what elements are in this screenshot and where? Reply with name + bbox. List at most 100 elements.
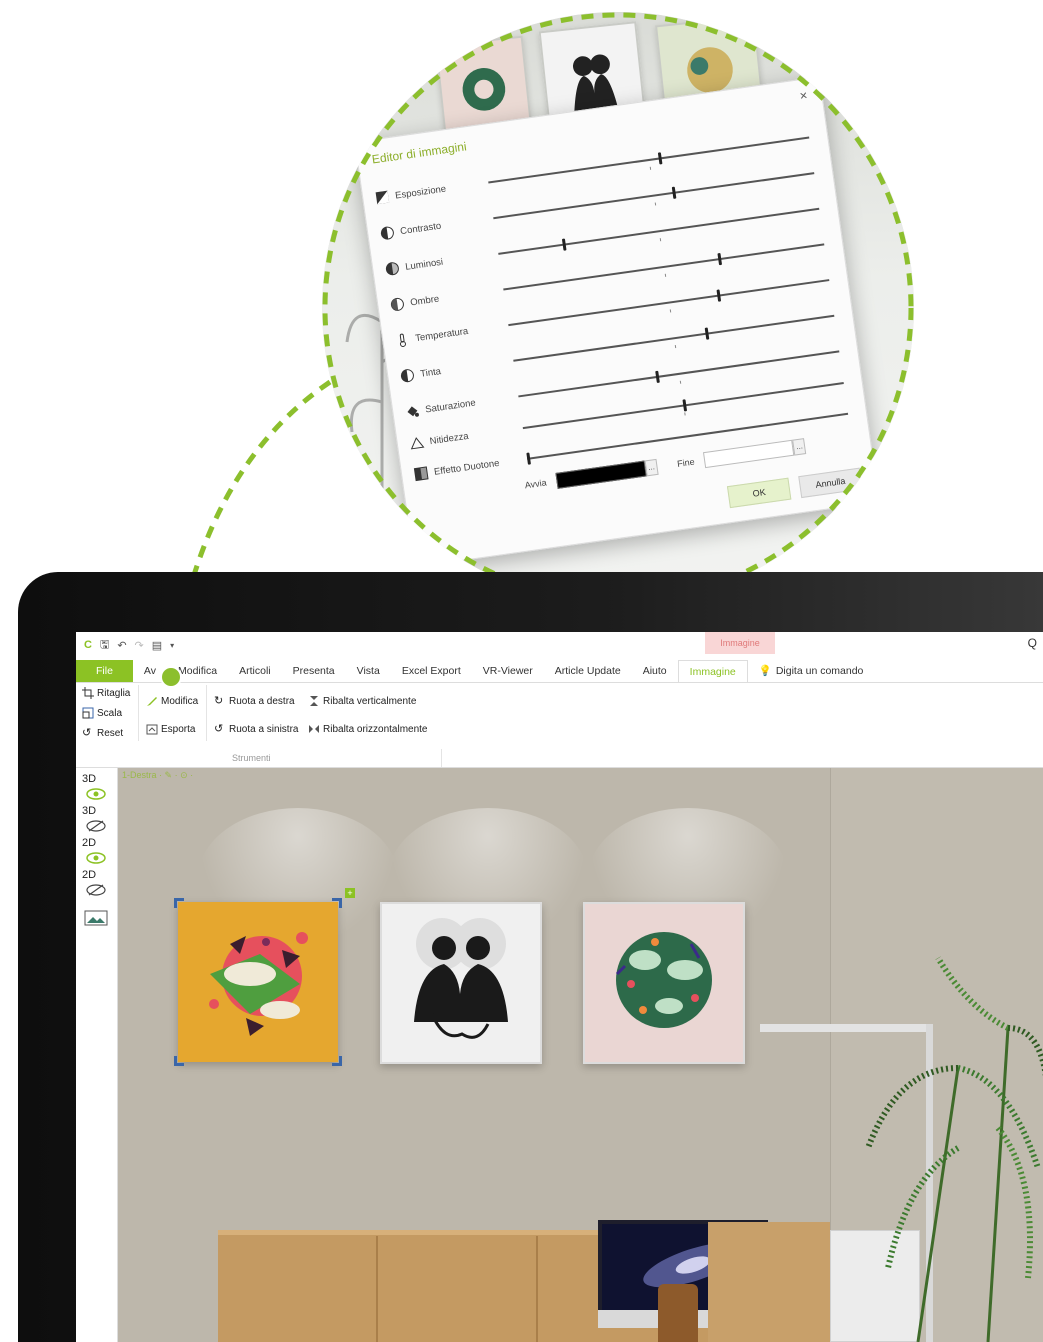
- scale-button[interactable]: Scala: [82, 707, 122, 719]
- tab-articoli[interactable]: Articoli: [228, 660, 282, 682]
- duotone-icon: [413, 466, 429, 482]
- chair[interactable]: [658, 1284, 698, 1342]
- tab-article-update[interactable]: Article Update: [544, 660, 632, 682]
- command-search[interactable]: 💡 Digita un comando: [748, 660, 875, 682]
- reset-icon[interactable]: ↻: [430, 542, 448, 560]
- slider-thumb[interactable]: [672, 186, 677, 199]
- tab-excel-export[interactable]: Excel Export: [391, 660, 472, 682]
- image-icon[interactable]: [84, 910, 108, 926]
- save-icon[interactable]: 🖫: [100, 636, 109, 655]
- slider-thumb[interactable]: [655, 370, 661, 383]
- tab-file[interactable]: File: [76, 660, 133, 682]
- eye-off-icon[interactable]: [86, 884, 106, 896]
- cancel-button[interactable]: Annulla: [798, 467, 863, 499]
- ribbon-group-label: Strumenti: [232, 753, 271, 763]
- flip-horizontal-label: Ribalta orizzontalmente: [323, 723, 428, 735]
- picture-frame-selected[interactable]: [178, 902, 338, 1062]
- cabinet[interactable]: [708, 1222, 830, 1342]
- slider-thumb[interactable]: [705, 327, 710, 340]
- command-search-label: Digita un comando: [775, 665, 864, 677]
- flip-horizontal-icon: [309, 725, 319, 733]
- qat-dropdown-icon[interactable]: ▾: [170, 641, 174, 650]
- exposure-icon: [375, 190, 390, 205]
- undo-icon[interactable]: ↶: [117, 639, 126, 652]
- print-icon[interactable]: ▤: [152, 639, 162, 652]
- zoom-bubble: Editor di immagini × Esposizione Contras…: [322, 12, 914, 604]
- viewport-tool-icons[interactable]: · ✎ · ⊙ ·: [159, 770, 193, 780]
- slider-thumb[interactable]: [717, 252, 723, 266]
- viewport-breadcrumb[interactable]: 1-Destra · ✎ · ⊙ ·: [122, 770, 193, 781]
- export-button[interactable]: Esporta: [146, 723, 195, 735]
- abstract-collage-artwork: [209, 932, 308, 1036]
- slider-label-temperature: Temperatura: [414, 325, 469, 344]
- palm-plant-icon[interactable]: [858, 948, 1043, 1342]
- selection-handle[interactable]: [332, 898, 342, 908]
- close-button[interactable]: ×: [799, 87, 809, 103]
- wreath-artwork: [462, 68, 506, 111]
- silhouette-artwork: [414, 918, 508, 1039]
- scene-viewport[interactable]: 1-Destra · ✎ · ⊙ · +: [118, 768, 1043, 1342]
- slider-thumb[interactable]: [526, 452, 531, 465]
- slider-thumb[interactable]: [716, 289, 721, 302]
- dialog-title: Editor di immagini: [371, 139, 468, 167]
- ribbon-separator: [206, 685, 207, 741]
- rotate-right-icon: ↻: [214, 695, 224, 707]
- flip-vertical-label: Ribalta verticalmente: [323, 695, 417, 707]
- tab-aiuto[interactable]: Aiuto: [632, 660, 678, 682]
- slider-center-tick: [664, 273, 667, 277]
- view-3d-hidden-label: 3D: [82, 805, 97, 817]
- ok-button[interactable]: OK: [726, 477, 792, 509]
- selection-handle[interactable]: [174, 898, 184, 908]
- eye-icon[interactable]: [86, 852, 106, 864]
- view-3d-label: 3D: [82, 773, 97, 785]
- duotone-end-label: Fine: [676, 456, 696, 469]
- tab-vr-viewer[interactable]: VR-Viewer: [472, 660, 544, 682]
- slider-center-tick: [654, 202, 657, 206]
- slider-label-saturation: Saturazione: [424, 397, 477, 415]
- slider-thumb[interactable]: [561, 238, 567, 251]
- ribbon-separator: [138, 685, 139, 741]
- export-label: Esporta: [161, 723, 196, 735]
- duotone-start-picker-button[interactable]: ...: [644, 458, 659, 477]
- eye-off-icon[interactable]: [86, 820, 106, 832]
- export-icon: [146, 724, 158, 735]
- duotone-end-picker-button[interactable]: ...: [792, 438, 807, 456]
- app-logo-icon: C: [84, 639, 92, 651]
- slider-thumb[interactable]: [682, 399, 688, 412]
- slider-thumb[interactable]: [657, 152, 663, 165]
- edit-button[interactable]: Modifica: [146, 695, 198, 707]
- tab-vista[interactable]: Vista: [346, 660, 391, 682]
- saturation-icon: [407, 406, 419, 417]
- scale-label: Scala: [97, 707, 123, 719]
- add-icon[interactable]: +: [345, 888, 355, 898]
- slider-label-shadows: Ombre: [409, 293, 440, 309]
- flip-horizontal-button[interactable]: Ribalta orizzontalmente: [308, 723, 428, 735]
- duotone-start-label: Avvia: [524, 477, 548, 491]
- reset-button[interactable]: ↺ Reset: [82, 727, 123, 739]
- image-editor-dialog: Editor di immagini × Esposizione Contras…: [354, 76, 880, 568]
- tab-presenta[interactable]: Presenta: [282, 660, 346, 682]
- eye-icon[interactable]: [86, 788, 106, 800]
- flip-vertical-button[interactable]: Ribalta verticalmente: [308, 695, 416, 707]
- viewport-view-name: 1-Destra: [122, 770, 157, 780]
- selection-handle[interactable]: [174, 1056, 184, 1066]
- crop-button[interactable]: Ritaglia: [82, 687, 130, 699]
- tab-immagine[interactable]: Immagine: [677, 660, 748, 682]
- window-title-fragment: Q: [1027, 636, 1037, 650]
- slider-label-highlights: Luminosi: [404, 256, 444, 273]
- slider-center-tick: [669, 309, 672, 313]
- view-2d-hidden-label: 2D: [82, 869, 97, 881]
- picture-frame[interactable]: [380, 902, 542, 1064]
- rotate-left-button[interactable]: ↺ Ruota a sinistra: [214, 723, 298, 735]
- floral-wreath-artwork: [615, 932, 712, 1028]
- redo-icon[interactable]: ↷: [135, 639, 144, 652]
- slider-center-tick: [659, 238, 662, 242]
- flip-vertical-icon: [310, 696, 318, 706]
- view-2d-label: 2D: [82, 837, 97, 849]
- selection-handle[interactable]: [332, 1056, 342, 1066]
- context-tab-header: Immagine: [705, 632, 775, 654]
- slider-label-contrast: Contrasto: [399, 220, 442, 237]
- picture-frame[interactable]: [583, 902, 745, 1064]
- rotate-right-button[interactable]: ↻ Ruota a destra: [214, 695, 295, 707]
- app-screen: C 🖫 ↶ ↷ ▤ ▾ Immagine Q File Av Modifica …: [76, 632, 1043, 1342]
